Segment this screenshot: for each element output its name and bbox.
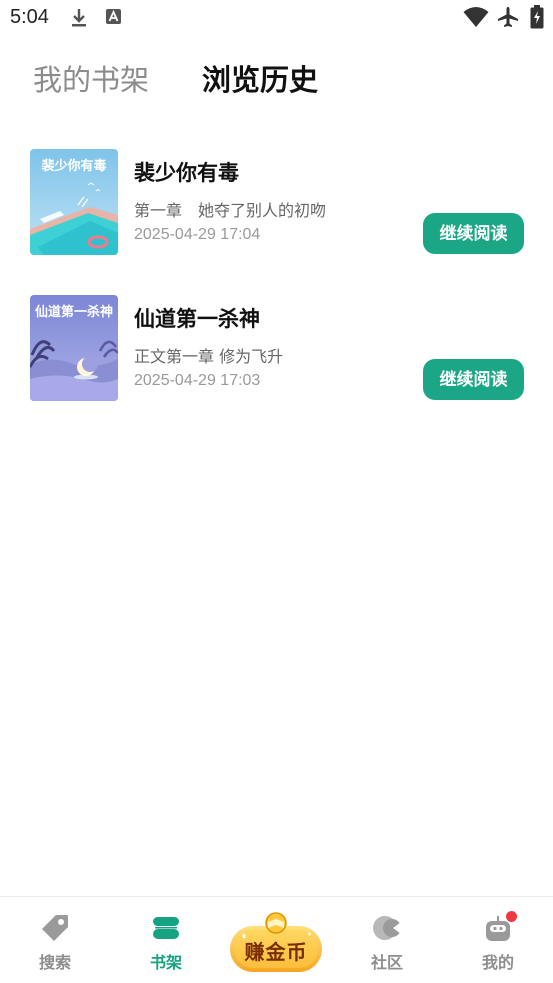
history-item[interactable]: 裴少你有毒 裴少你有毒 第一章 她夺了别人的初吻 2025-04-29 17:0… <box>0 149 553 259</box>
nav-community[interactable]: 社区 <box>347 897 427 983</box>
download-icon <box>70 7 88 33</box>
book-chapter: 第一章 她夺了别人的初吻 <box>134 201 327 220</box>
status-bar: 5:04 <box>0 0 553 38</box>
earn-coins-button[interactable]: 赚金币 <box>228 912 324 974</box>
nav-label: 搜索 <box>38 953 71 972</box>
nav-bookshelf[interactable]: 书架 <box>126 897 206 983</box>
airplane-icon <box>497 6 519 32</box>
nav-label: 我的 <box>481 953 514 972</box>
earn-coins-label: 赚金币 <box>244 940 308 964</box>
nav-label: 社区 <box>370 953 403 972</box>
nav-mine[interactable]: 我的 <box>458 897 538 983</box>
wifi-icon <box>463 6 489 32</box>
continue-reading-button[interactable]: 继续阅读 <box>423 213 524 254</box>
page: 5:04 我的书架 浏览历史 裴少你有毒 裴少你有毒 第一章 她夺了别人的初吻 … <box>0 0 553 983</box>
bookshelf-icon <box>151 913 181 943</box>
book-title[interactable]: 仙道第一杀神 <box>134 303 260 333</box>
read-timestamp: 2025-04-29 17:03 <box>134 372 261 389</box>
book-chapter: 正文第一章 修为飞升 <box>134 347 284 366</box>
book-title[interactable]: 裴少你有毒 <box>134 157 239 187</box>
tab-my-bookshelf[interactable]: 我的书架 <box>33 60 149 100</box>
notification-dot <box>506 911 517 922</box>
tag-search-icon <box>40 913 70 943</box>
book-cover[interactable]: 仙道第一杀神 <box>30 295 118 401</box>
battery-charging-icon <box>530 5 544 33</box>
book-cover[interactable]: 裴少你有毒 <box>30 149 118 255</box>
nav-label: 书架 <box>149 953 182 972</box>
history-item[interactable]: 仙道第一杀神 仙道第一杀神 正文第一章 修为飞升 2025-04-29 17:0… <box>0 295 553 405</box>
a-letter-icon <box>105 7 122 31</box>
nav-search[interactable]: 搜索 <box>15 897 95 983</box>
community-icon <box>372 913 402 943</box>
cover-title: 裴少你有毒 <box>41 159 107 174</box>
cover-title: 仙道第一杀神 <box>34 305 113 320</box>
tab-browse-history[interactable]: 浏览历史 <box>202 60 318 100</box>
status-time: 5:04 <box>10 6 49 28</box>
read-timestamp: 2025-04-29 17:04 <box>134 226 261 243</box>
continue-reading-button[interactable]: 继续阅读 <box>423 359 524 400</box>
